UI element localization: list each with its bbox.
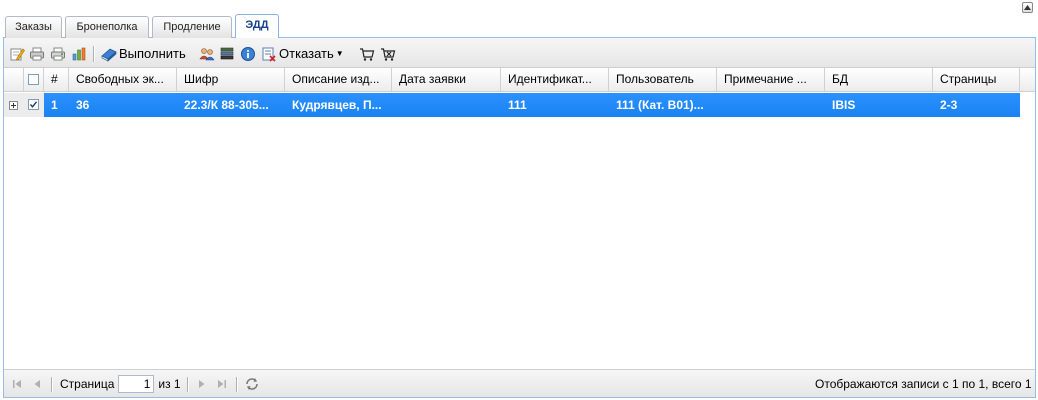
row-expander[interactable]	[4, 93, 24, 117]
grid-header: # Свободных эк... Шифр Описание изд... Д…	[4, 68, 1035, 92]
refuse-label: Отказать	[279, 46, 334, 61]
cell-code: 22.3/К 88-305...	[184, 98, 269, 112]
column-header-db[interactable]: БД	[825, 68, 933, 91]
cell-request-date	[392, 93, 501, 117]
column-header-pages[interactable]: Страницы	[933, 68, 1020, 91]
column-header-free-copies[interactable]: Свободных эк...	[69, 68, 177, 91]
chart-button[interactable]	[71, 45, 87, 62]
next-page-icon	[199, 380, 205, 388]
pager-separator	[51, 377, 53, 392]
chevron-down-icon: ▼	[335, 49, 344, 58]
page-label: Страница	[60, 377, 115, 391]
first-page-icon	[13, 380, 21, 388]
cell-pages: 2-3	[940, 98, 958, 112]
tab-label: ЭДД	[245, 19, 269, 31]
stack-button[interactable]	[219, 45, 235, 62]
edit-icon	[10, 48, 25, 60]
cell-user: 111 (Кат. В01)...	[616, 98, 704, 112]
cart-remove-button[interactable]	[380, 45, 396, 62]
collapse-panel-button[interactable]	[1022, 2, 1033, 13]
refresh-button[interactable]	[244, 376, 260, 392]
column-header-number[interactable]: #	[44, 68, 69, 91]
records-status: Отображаются записи с 1 по 1, всего 1	[815, 376, 1032, 392]
chart-icon	[72, 47, 86, 60]
cart-icon	[360, 47, 375, 61]
stack-icon	[220, 47, 234, 59]
print-alt-button[interactable]	[50, 45, 66, 62]
tab-renewal[interactable]: Продление	[152, 16, 232, 38]
page-indicator: Страница из 1	[60, 375, 181, 393]
last-page-icon	[218, 380, 226, 388]
tab-label: Продление	[163, 21, 221, 33]
cart-remove-icon	[381, 47, 396, 61]
row-checkbox[interactable]	[28, 99, 39, 110]
execute-button[interactable]: Выполнить	[101, 45, 186, 62]
paging-toolbar: Страница из 1	[4, 369, 1035, 397]
cell-db: IBIS	[832, 98, 856, 112]
document-cancel-icon	[262, 47, 276, 62]
tab-reserve-shelf[interactable]: Бронеполка	[65, 16, 149, 38]
cell-note	[717, 93, 825, 117]
column-header-description[interactable]: Описание изд...	[285, 68, 392, 91]
users-button[interactable]	[199, 45, 215, 62]
cart-button[interactable]	[359, 45, 375, 62]
next-page-button[interactable]	[196, 376, 208, 392]
page-total-label: из 1	[158, 377, 181, 391]
cell-free-copies: 36	[76, 98, 90, 112]
cell-description: Кудрявцев, П...	[292, 98, 382, 112]
info-button[interactable]	[240, 45, 256, 62]
print-icon	[30, 47, 44, 60]
header-expander	[4, 68, 24, 91]
chevron-up-icon	[1024, 5, 1031, 10]
pager-separator	[187, 377, 189, 392]
last-page-button[interactable]	[216, 376, 228, 392]
execute-label: Выполнить	[119, 46, 186, 61]
refuse-button[interactable]: Отказать ▼	[261, 45, 344, 62]
column-header-request-date[interactable]: Дата заявки	[392, 68, 501, 91]
tab-edd[interactable]: ЭДД	[235, 14, 279, 39]
column-header-code[interactable]: Шифр	[177, 68, 285, 91]
cell-identifier: 111	[508, 98, 527, 112]
edit-button[interactable]	[9, 45, 25, 62]
column-header-note[interactable]: Примечание ...	[717, 68, 825, 91]
toolbar: Выполнить Отказать ▼	[4, 38, 1035, 68]
table-row[interactable]: 1 36 22.3/К 88-305... Кудрявцев, П... 11…	[4, 93, 1020, 117]
checkmark-icon	[29, 101, 38, 108]
cell-number: 1	[51, 98, 58, 112]
grid-panel: Выполнить Отказать ▼ # Свободных эк... Ш…	[3, 38, 1036, 398]
tab-label: Бронеполка	[76, 21, 138, 33]
row-checkbox-cell[interactable]	[24, 93, 44, 117]
refresh-icon	[246, 378, 258, 390]
book-icon	[101, 48, 117, 62]
first-page-button[interactable]	[11, 376, 23, 392]
tab-orders[interactable]: Заказы	[5, 16, 62, 38]
pager-separator	[236, 377, 238, 392]
print-button[interactable]	[29, 45, 45, 62]
column-header-identifier[interactable]: Идентификат...	[501, 68, 609, 91]
tab-label: Заказы	[15, 21, 52, 33]
app-root: Заказы Бронеполка Продление ЭДД Выполнит…	[0, 0, 1038, 400]
records-status-text: Отображаются записи с 1 по 1, всего 1	[815, 377, 1032, 391]
tab-bar: Заказы Бронеполка Продление ЭДД	[3, 14, 1036, 39]
users-icon	[199, 47, 215, 60]
select-all-checkbox[interactable]	[28, 74, 39, 85]
info-icon	[241, 46, 255, 61]
header-select-all[interactable]	[24, 68, 44, 91]
print-alt-icon	[51, 47, 65, 60]
prev-page-icon	[34, 380, 40, 388]
column-header-user[interactable]: Пользователь	[609, 68, 717, 91]
page-number-input[interactable]	[118, 375, 155, 393]
toolbar-separator	[93, 46, 95, 62]
expand-plus-icon[interactable]	[9, 101, 18, 110]
prev-page-button[interactable]	[31, 376, 43, 392]
